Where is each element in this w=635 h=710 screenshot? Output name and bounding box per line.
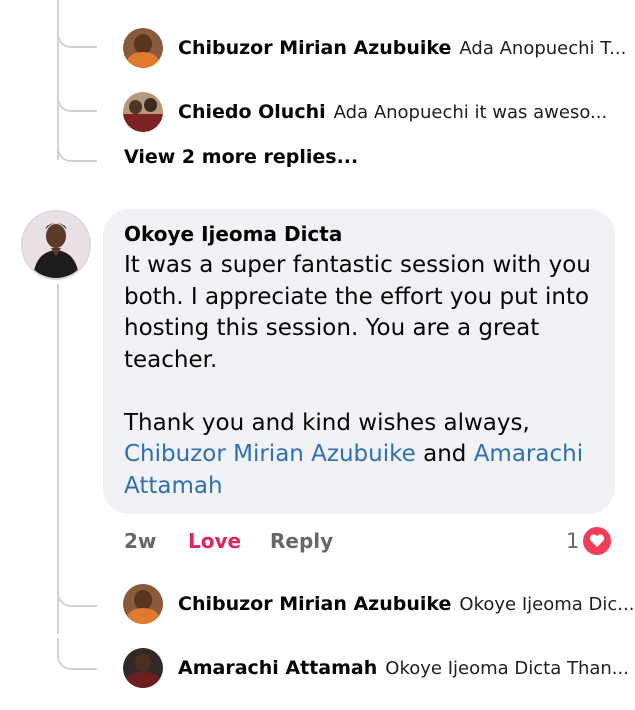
- reply-item[interactable]: Amarachi Attamah Okoye Ijeoma Dicta Than…: [123, 648, 629, 688]
- thread-connector: [57, 575, 97, 607]
- reply-preview[interactable]: Okoye Ijeoma Dic...: [459, 594, 634, 615]
- avatar[interactable]: [123, 648, 163, 688]
- mention-link[interactable]: Chibuzor Mirian Azubuike: [124, 441, 416, 467]
- reply-author[interactable]: Chibuzor Mirian Azubuike: [178, 37, 451, 59]
- reply-preview[interactable]: Okoye Ijeoma Dicta Than...: [385, 658, 629, 679]
- comment-mentions: Chibuzor Mirian Azubuike and Amarachi At…: [124, 439, 594, 502]
- reply-item[interactable]: Chibuzor Mirian Azubuike Okoye Ijeoma Di…: [123, 584, 634, 624]
- comment-bubble[interactable]: Okoye Ijeoma Dicta It was a super fantas…: [103, 209, 615, 514]
- reply-author[interactable]: Chiedo Oluchi: [178, 101, 326, 123]
- reaction-count: 1: [566, 529, 580, 553]
- reply-preview[interactable]: Ada Anopuechi it was aweso...: [334, 102, 608, 123]
- avatar[interactable]: [123, 28, 163, 68]
- heart-icon: [581, 525, 614, 557]
- reply-author[interactable]: Chibuzor Mirian Azubuike: [178, 593, 451, 615]
- avatar[interactable]: [123, 584, 163, 624]
- comment-paragraph: Thank you and kind wishes always,: [124, 409, 530, 436]
- love-reaction-button[interactable]: Love: [188, 529, 241, 553]
- comment-text: It was a super fantastic session with yo…: [124, 250, 594, 502]
- avatar-image: [23, 212, 89, 278]
- reply-item[interactable]: Chibuzor Mirian Azubuike Ada Anopuechi T…: [123, 28, 626, 68]
- thread-connector: [57, 638, 97, 670]
- reply-button[interactable]: Reply: [270, 529, 333, 553]
- avatar[interactable]: [123, 92, 163, 132]
- thread-connector: [57, 130, 97, 162]
- avatar[interactable]: [21, 210, 91, 280]
- reply-item[interactable]: Chiedo Oluchi Ada Anopuechi it was aweso…: [123, 92, 607, 132]
- comment-author[interactable]: Okoye Ijeoma Dicta: [124, 222, 594, 246]
- comment-paragraph: It was a super fantastic session with yo…: [124, 252, 591, 373]
- thread-connector: [57, 16, 97, 48]
- mention-conjunction: and: [423, 441, 467, 467]
- comment-timestamp[interactable]: 2w: [124, 529, 156, 553]
- reaction-summary[interactable]: 1: [566, 525, 614, 557]
- view-more-replies-link[interactable]: View 2 more replies...: [124, 146, 358, 168]
- reply-preview[interactable]: Ada Anopuechi T...: [459, 38, 626, 59]
- reply-author[interactable]: Amarachi Attamah: [178, 657, 377, 679]
- thread-connector: [57, 80, 97, 112]
